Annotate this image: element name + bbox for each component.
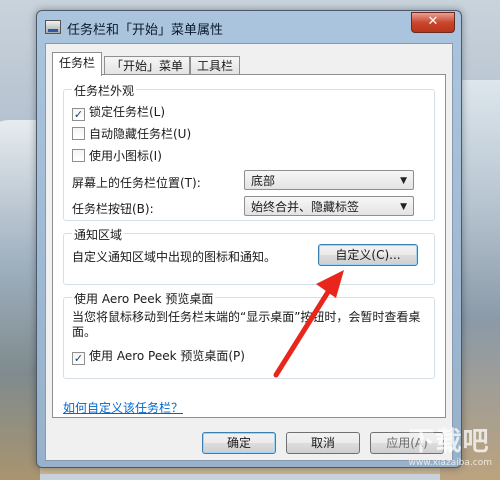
taskbar-properties-icon — [45, 20, 61, 34]
dropdown-arrow-icon: ▼ — [400, 202, 407, 212]
checkbox-unchecked-icon[interactable] — [72, 127, 85, 140]
checkbox-unchecked-icon[interactable] — [72, 149, 85, 162]
title-bar[interactable]: 任务栏和「开始」菜单属性 ✕ — [37, 11, 461, 43]
aero-peek-group: 使用 Aero Peek 预览桌面 当您将鼠标移动到任务栏末端的“显示桌面”按钮… — [63, 290, 435, 379]
checkbox-checked-icon[interactable]: ✓ — [72, 352, 85, 365]
aero-peek-checkbox-label: 使用 Aero Peek 预览桌面(P) — [89, 349, 245, 363]
ok-button[interactable]: 确定 — [202, 432, 276, 454]
taskbar-buttons-label: 任务栏按钮(B): — [72, 202, 154, 216]
notification-description: 自定义通知区域中出现的图标和通知。 — [72, 250, 277, 264]
checkbox-checked-icon[interactable]: ✓ — [72, 108, 85, 121]
small-icons-label: 使用小图标(I) — [89, 149, 162, 163]
watermark-main: 下载吧 — [408, 427, 490, 457]
customize-notification-button[interactable]: 自定义(C)... — [318, 244, 418, 266]
aero-peek-checkbox[interactable]: ✓ 使用 Aero Peek 预览桌面(P) — [72, 348, 245, 365]
tab-taskbar[interactable]: 任务栏 — [52, 52, 103, 76]
tab-toolbars[interactable]: 工具栏 — [190, 56, 241, 75]
lock-taskbar-label: 锁定任务栏(L) — [89, 105, 166, 119]
group-title-aero-peek: 使用 Aero Peek 预览桌面 — [72, 290, 216, 307]
taskbar-buttons-dropdown[interactable]: 始终合并、隐藏标签 ▼ — [244, 196, 414, 216]
group-title-appearance: 任务栏外观 — [72, 82, 137, 99]
taskbar-buttons-value: 始终合并、隐藏标签 — [251, 200, 360, 214]
auto-hide-checkbox[interactable]: 自动隐藏任务栏(U) — [72, 126, 191, 142]
small-icons-checkbox[interactable]: 使用小图标(I) — [72, 148, 162, 164]
lock-taskbar-checkbox[interactable]: ✓ 锁定任务栏(L) — [72, 104, 166, 121]
aero-peek-description: 当您将鼠标移动到任务栏末端的“显示桌面”按钮时，会暂时查看桌面。 — [72, 310, 421, 339]
desktop-background-left — [0, 120, 40, 480]
dialog-title: 任务栏和「开始」菜单属性 — [67, 23, 224, 38]
taskbar-tab-panel: 任务栏外观 ✓ 锁定任务栏(L) 自动隐藏任务栏(U) 使用小图标(I) 屏幕上的… — [52, 74, 446, 418]
cancel-button[interactable]: 取消 — [286, 432, 360, 454]
taskbar-properties-dialog: 任务栏和「开始」菜单属性 ✕ 任务栏 「开始」菜单 工具栏 任务栏外观 ✓ 锁定任… — [36, 10, 462, 468]
notification-area-group: 通知区域 自定义通知区域中出现的图标和通知。 自定义(C)... — [63, 226, 435, 285]
taskbar-location-label: 屏幕上的任务栏位置(T): — [72, 176, 201, 190]
auto-hide-label: 自动隐藏任务栏(U) — [89, 127, 192, 141]
taskbar-location-dropdown[interactable]: 底部 ▼ — [244, 170, 414, 190]
watermark-url: www.xiazaiba.com — [408, 458, 492, 468]
close-button[interactable]: ✕ — [411, 12, 455, 33]
help-link[interactable]: 如何自定义该任务栏？ — [63, 399, 183, 416]
dropdown-arrow-icon: ▼ — [400, 176, 407, 186]
tab-start-menu[interactable]: 「开始」菜单 — [104, 56, 191, 75]
dialog-client-area: 任务栏 「开始」菜单 工具栏 任务栏外观 ✓ 锁定任务栏(L) 自动隐藏任务栏(U… — [45, 43, 453, 461]
taskbar-location-value: 底部 — [251, 174, 276, 188]
group-title-notification: 通知区域 — [72, 226, 125, 243]
site-watermark: 下载吧 www.xiazaiba.com — [408, 421, 492, 468]
taskbar-appearance-group: 任务栏外观 ✓ 锁定任务栏(L) 自动隐藏任务栏(U) 使用小图标(I) 屏幕上的… — [63, 82, 435, 221]
